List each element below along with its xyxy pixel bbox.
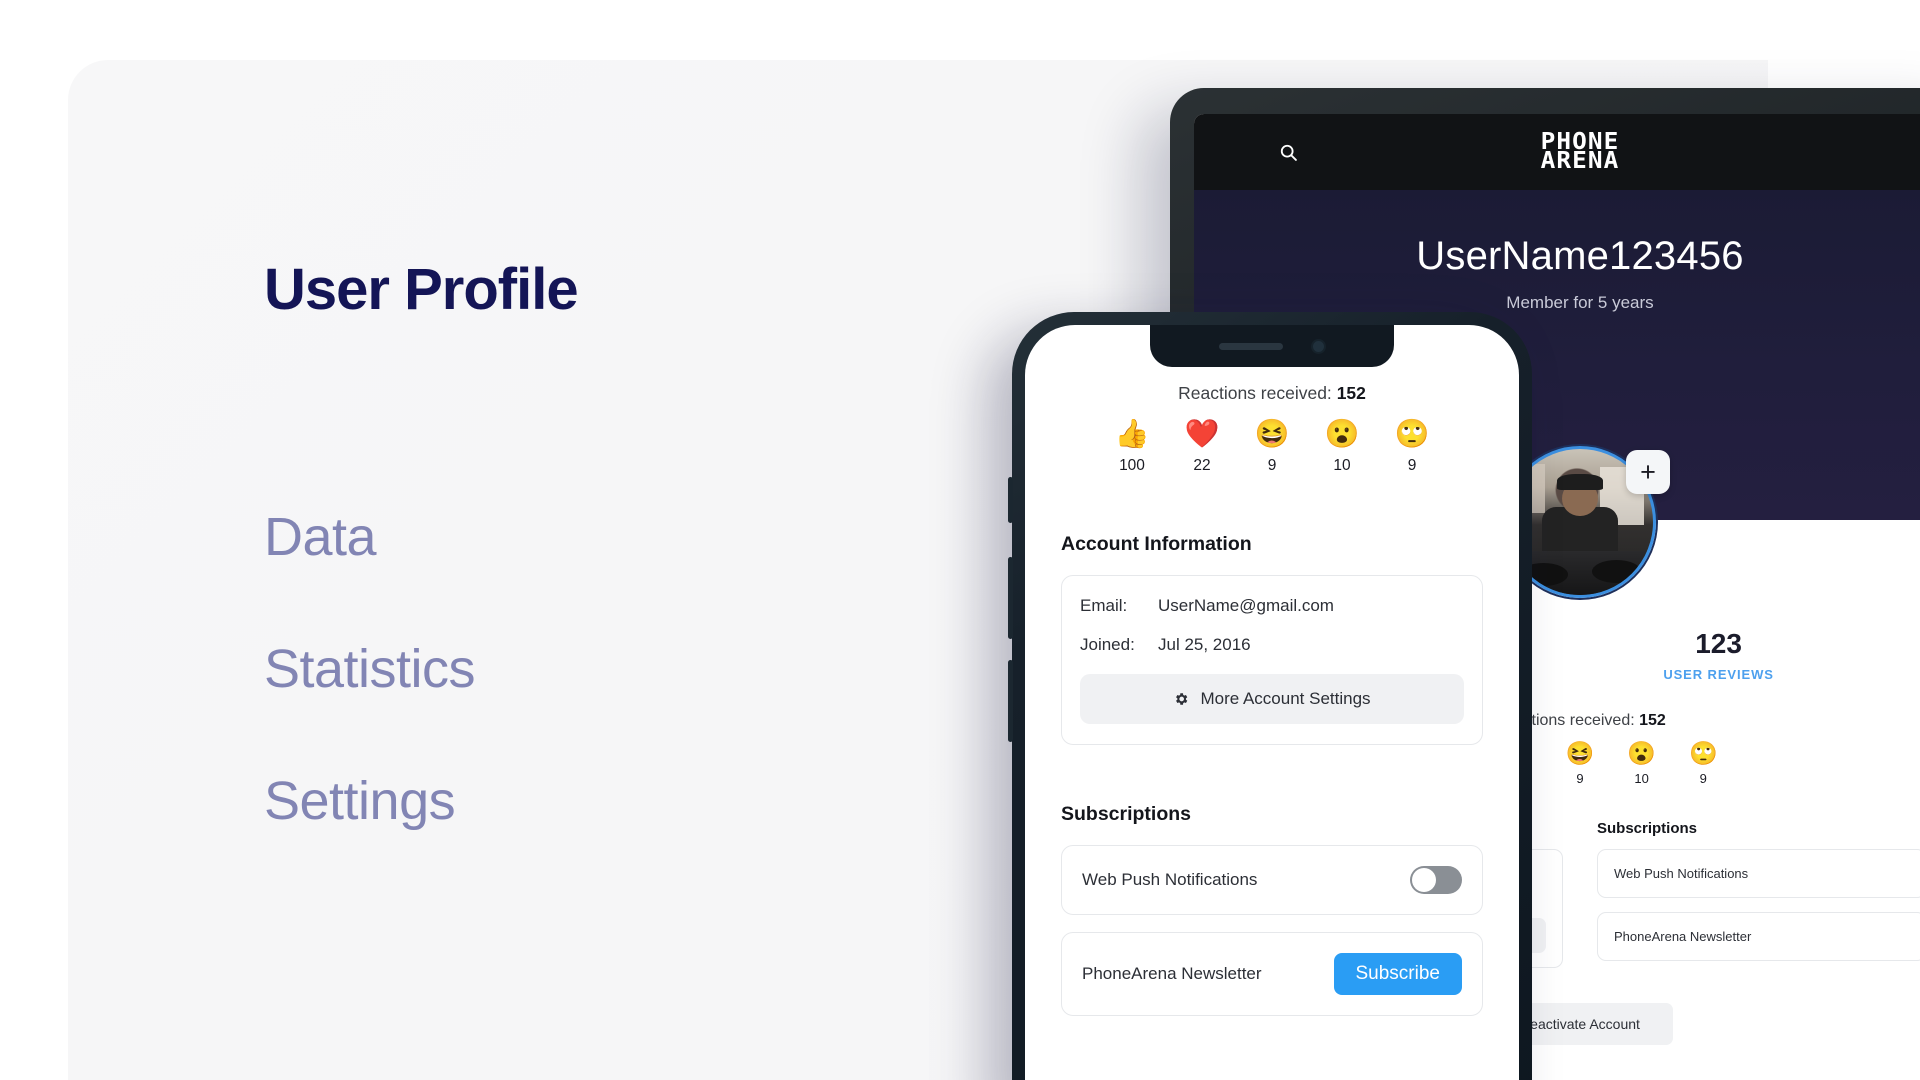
reaction-count: 10	[1634, 771, 1649, 786]
joined-label: Joined:	[1080, 635, 1135, 654]
subscribe-button[interactable]: Subscribe	[1333, 953, 1462, 995]
subscription-label: Web Push Notifications	[1614, 866, 1749, 881]
reaction-count: 22	[1193, 457, 1211, 474]
eyeroll-icon: 🙄	[1688, 740, 1718, 766]
nav-item-data[interactable]: Data	[264, 510, 475, 564]
reactions-title: Reactions received: 152	[1061, 383, 1483, 404]
hamburger-icon[interactable]	[1224, 147, 1250, 158]
subscription-label: Web Push Notifications	[1082, 870, 1258, 889]
reaction-count: 9	[1576, 771, 1584, 786]
tablet-topbar: PHONE ARENA	[1194, 114, 1920, 190]
heart-reaction[interactable]: ❤️ 22	[1178, 420, 1226, 475]
nav-item-settings[interactable]: Settings	[264, 774, 475, 828]
settings-button-label: More Account Settings	[1200, 689, 1371, 708]
more-account-settings-button[interactable]: More Account Settings	[1080, 674, 1464, 724]
laugh-reaction[interactable]: 😆 9	[1565, 740, 1595, 787]
heart-icon: ❤️	[1184, 418, 1220, 449]
subscription-web-push: Web Push Notifications	[1061, 845, 1483, 915]
phone-mockup: Reactions received: 152 👍 100 ❤️ 22 😆 9	[1008, 312, 1532, 1080]
laugh-icon: 😆	[1565, 740, 1595, 766]
web-push-toggle[interactable]	[1410, 866, 1462, 894]
email-value: UserName@gmail.com	[1158, 596, 1334, 615]
reactions-total: 152	[1336, 383, 1366, 403]
reactions-title-text: Reactions received:	[1178, 383, 1332, 403]
gear-icon	[1173, 691, 1189, 707]
account-email-row: Email: UserName@gmail.com	[1080, 596, 1464, 616]
eyeroll-icon: 🙄	[1394, 418, 1430, 449]
subscription-label: PhoneArena Newsletter	[1614, 929, 1752, 944]
search-icon[interactable]	[1278, 142, 1299, 163]
phone-content: Reactions received: 152 👍 100 ❤️ 22 😆 9	[1025, 325, 1519, 1016]
phone-screen: Reactions received: 152 👍 100 ❤️ 22 😆 9	[1025, 325, 1519, 1080]
stat-label: USER REVIEWS	[1663, 667, 1774, 682]
phonearena-logo: PHONE ARENA	[1540, 130, 1620, 174]
laugh-icon: 😆	[1254, 418, 1290, 449]
screenshot-root: User Profile Data Statistics Settings PH…	[0, 0, 1920, 1080]
reactions-total: 152	[1639, 712, 1666, 729]
eyeroll-reaction[interactable]: 🙄 9	[1688, 740, 1718, 787]
reaction-count: 9	[1407, 457, 1417, 474]
add-avatar-button[interactable]: +	[1626, 450, 1670, 494]
stat-value: 123	[1695, 628, 1742, 659]
subscriptions-heading: Subscriptions	[1061, 803, 1192, 825]
phone-notch	[1150, 325, 1394, 367]
reaction-count: 9	[1267, 457, 1277, 474]
phone-silent-switch	[1008, 477, 1013, 523]
subscriptions-heading: Subscriptions	[1597, 820, 1698, 837]
nav-item-statistics[interactable]: Statistics	[264, 642, 476, 696]
tablet-subscriptions-column: Subscriptions Web Push Notifications Pho…	[1597, 820, 1920, 975]
account-heading: Account Information	[1061, 533, 1252, 555]
username: UserName123456	[1416, 234, 1744, 278]
earpiece-speaker	[1218, 342, 1283, 350]
reaction-count: 9	[1699, 771, 1707, 786]
surprised-icon: 😮	[1324, 418, 1360, 449]
reaction-count: 10	[1333, 457, 1351, 474]
subscription-newsletter: PhoneArena Newsletter Subscribe	[1061, 932, 1483, 1016]
stat-user-reviews: 123 USER REVIEWS	[1663, 628, 1773, 682]
surprised-reaction[interactable]: 😮 10	[1627, 740, 1656, 787]
thumbs-up-reaction[interactable]: 👍 100	[1108, 420, 1156, 475]
phone-volume-up-button	[1008, 557, 1013, 639]
account-joined-row: Joined: Jul 25, 2016	[1080, 635, 1464, 655]
account-card: Email: UserName@gmail.com Joined: Jul 25…	[1061, 575, 1483, 745]
surprised-reaction[interactable]: 😮 10	[1318, 420, 1366, 475]
subscription-web-push[interactable]: Web Push Notifications	[1597, 849, 1920, 898]
phone-volume-down-button	[1008, 660, 1013, 742]
logo-line-2: ARENA	[1540, 148, 1620, 174]
member-since: Member for 5 years	[1506, 293, 1654, 312]
joined-value: Jul 25, 2016	[1158, 635, 1251, 654]
front-camera	[1310, 338, 1326, 354]
side-nav: Data Statistics Settings	[264, 510, 476, 906]
laugh-reaction[interactable]: 😆 9	[1248, 420, 1296, 475]
thumbs-up-icon: 👍	[1114, 418, 1150, 449]
surprised-icon: 😮	[1627, 740, 1656, 766]
subscription-newsletter[interactable]: PhoneArena Newsletter	[1597, 912, 1920, 961]
email-label: Email:	[1080, 596, 1128, 615]
reaction-count: 100	[1119, 457, 1145, 474]
page-title: User Profile	[264, 257, 579, 322]
eyeroll-reaction[interactable]: 🙄 9	[1388, 420, 1436, 475]
reactions-row: 👍 100 ❤️ 22 😆 9 😮 10	[1061, 420, 1483, 475]
subscription-label: PhoneArena Newsletter	[1082, 964, 1262, 983]
